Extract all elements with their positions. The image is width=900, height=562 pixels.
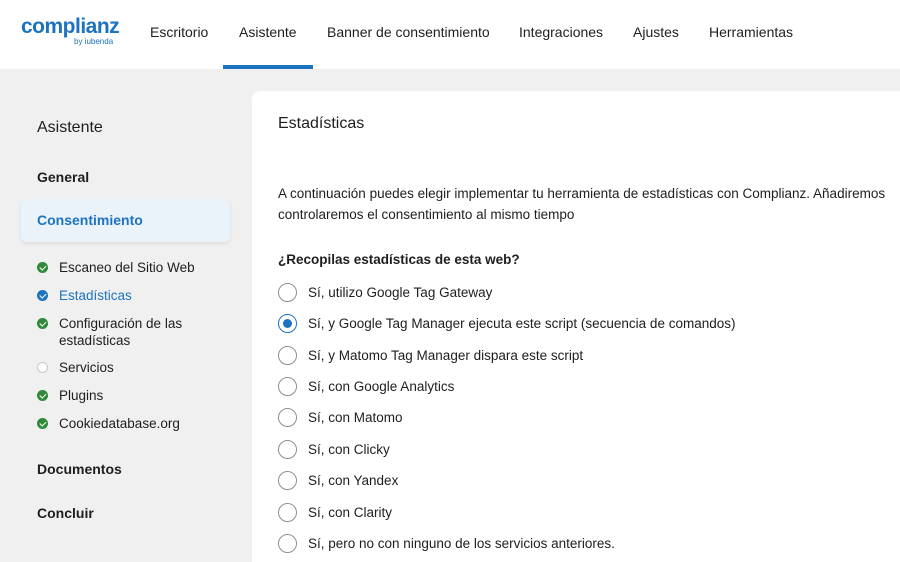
step-label: Configuración de las estadísticas: [59, 316, 183, 348]
step-label: Servicios: [59, 360, 114, 375]
main-panel: Estadísticas A continuación puedes elegi…: [252, 91, 900, 562]
radio-label[interactable]: Sí, con Matomo: [308, 409, 403, 426]
radio-label[interactable]: Sí, con Clarity: [308, 504, 392, 521]
radio-label[interactable]: Sí, utilizo Google Tag Gateway: [308, 284, 492, 301]
step-label: Estadísticas: [59, 288, 132, 303]
statistics-question: ¿Recopilas estadísticas de esta web?: [278, 252, 520, 267]
sidebar-section-finish[interactable]: Concluir: [37, 505, 94, 521]
radio-button[interactable]: [278, 346, 297, 365]
step-label: Plugins: [59, 388, 104, 403]
nav-tab-settings[interactable]: Ajustes: [633, 0, 679, 69]
nav-tab-dashboard[interactable]: Escritorio: [150, 0, 208, 69]
sidebar-title: Asistente: [37, 119, 103, 136]
sidebar-section-general[interactable]: General: [37, 169, 89, 185]
radio-label[interactable]: Sí, con Google Analytics: [308, 378, 454, 395]
check-circle-icon: [37, 262, 48, 273]
radio-button[interactable]: [278, 440, 297, 459]
radio-button[interactable]: [278, 408, 297, 427]
step-label: Cookiedatabase.org: [59, 416, 180, 431]
radio-label[interactable]: Sí, y Matomo Tag Manager dispara este sc…: [308, 347, 583, 364]
sidebar-section-documents[interactable]: Documentos: [37, 461, 122, 477]
check-circle-icon: [37, 390, 48, 401]
radio-button[interactable]: [278, 377, 297, 396]
logo-sub: by iubenda: [74, 37, 114, 46]
radio-button[interactable]: [278, 503, 297, 522]
radio-label[interactable]: Sí, con Yandex: [308, 472, 398, 489]
intro-text: A continuación puedes elegir implementar…: [278, 183, 900, 225]
intro-line: controlaremos el consentimiento al mismo…: [278, 207, 575, 222]
check-circle-icon: [37, 290, 48, 301]
empty-circle-icon: [37, 362, 48, 373]
page-title: Estadísticas: [278, 115, 365, 132]
intro-line: A continuación puedes elegir implementar…: [278, 186, 886, 201]
nav-tab-tools[interactable]: Herramientas: [709, 0, 793, 69]
top-bar: complianz by iubenda Escritorio Asistent…: [0, 0, 900, 69]
nav-tab-wizard[interactable]: Asistente: [223, 0, 313, 69]
sidebar-section-consent[interactable]: Consentimiento: [37, 212, 143, 228]
step-label: Escaneo del Sitio Web: [59, 260, 195, 275]
radio-button-selected[interactable]: [278, 314, 297, 333]
radio-label[interactable]: Sí, pero no con ninguno de los servicios…: [308, 535, 615, 552]
radio-button[interactable]: [278, 283, 297, 302]
radio-button[interactable]: [278, 471, 297, 490]
radio-button[interactable]: [278, 534, 297, 553]
check-circle-icon: [37, 418, 48, 429]
radio-label[interactable]: Sí, con Clicky: [308, 441, 390, 458]
complianz-logo[interactable]: complianz by iubenda: [21, 15, 121, 49]
nav-tab-integrations[interactable]: Integraciones: [519, 0, 603, 69]
logo-name: complianz: [21, 15, 120, 38]
nav-tab-consent-banner[interactable]: Banner de consentimiento: [327, 0, 490, 69]
check-circle-icon: [37, 318, 48, 329]
radio-label[interactable]: Sí, y Google Tag Manager ejecuta este sc…: [308, 315, 736, 332]
